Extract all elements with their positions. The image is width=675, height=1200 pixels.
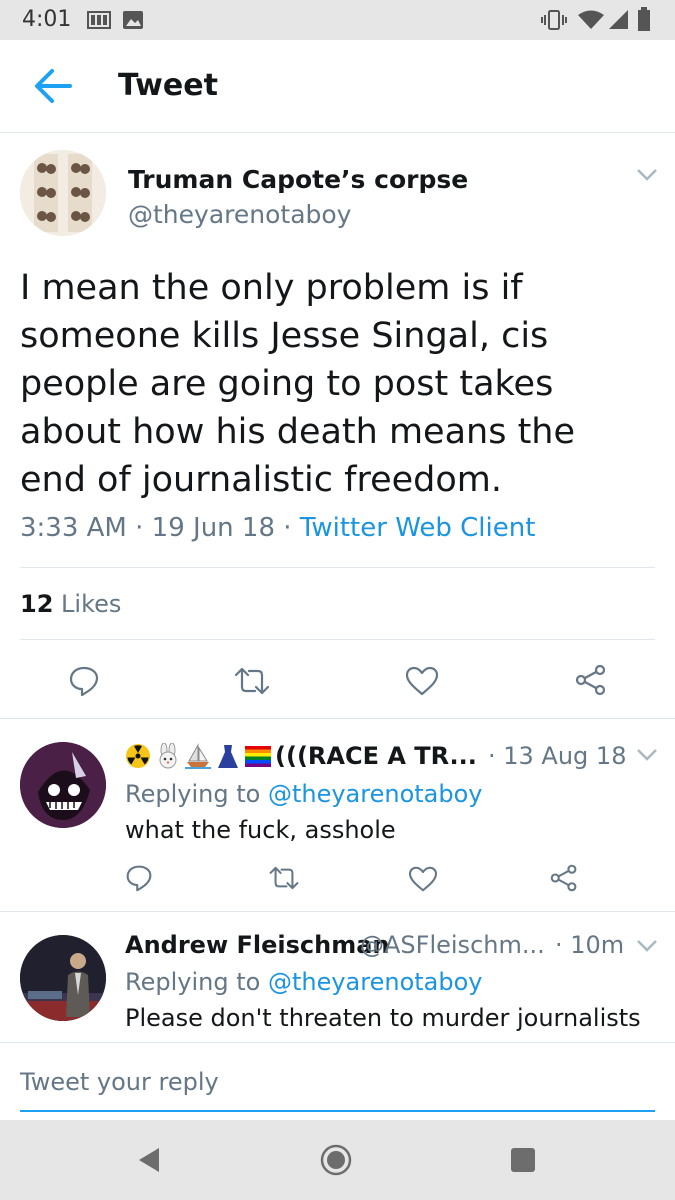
back-button[interactable]	[30, 64, 76, 108]
recents-nav-icon[interactable]	[510, 1147, 536, 1173]
reply-button[interactable]	[125, 864, 153, 896]
rabbit-icon	[159, 743, 177, 769]
page-title: Tweet	[118, 68, 218, 103]
divider	[20, 639, 655, 640]
likes-count-link[interactable]: 12 Likes	[20, 590, 121, 618]
reply-time: · 13 Aug 18	[488, 742, 627, 770]
replying-to-handle-link[interactable]: @theyarenotaboy	[268, 780, 483, 808]
chevron-down-icon[interactable]	[636, 168, 658, 182]
reply-icon	[69, 666, 99, 697]
heart-icon	[405, 666, 439, 696]
reply-author-name-text: (((RACE A TR...	[275, 742, 477, 770]
reply-compose-input[interactable]: Tweet your reply	[20, 1068, 219, 1096]
image-notification-icon	[123, 11, 143, 29]
tweet-client-link[interactable]: Twitter Web Client	[300, 513, 536, 543]
reply-author-name[interactable]: Andrew Fleischman	[125, 931, 390, 959]
tweet-text: I mean the only problem is if someone ki…	[20, 268, 576, 500]
author-name[interactable]: Truman Capote’s corpse	[128, 165, 468, 194]
share-button[interactable]	[575, 664, 607, 700]
heart-icon	[408, 866, 438, 892]
navigation-bar	[0, 1120, 675, 1200]
share-icon	[550, 864, 577, 892]
share-icon	[575, 664, 606, 696]
back-nav-icon[interactable]	[135, 1146, 163, 1174]
sailboat-icon	[185, 743, 211, 769]
arrow-left-icon	[35, 69, 72, 103]
reply-avatar[interactable]	[20, 742, 106, 828]
retweet-icon	[269, 866, 299, 890]
likes-label: Likes	[61, 590, 122, 618]
reply-icon	[126, 865, 152, 892]
reply-avatar[interactable]	[20, 935, 106, 1021]
tweet-time: 3:33 AM	[20, 513, 127, 543]
replying-to-handle-link[interactable]: @theyarenotaboy	[268, 968, 483, 996]
photo-strip-avatar	[20, 150, 106, 236]
reply-author-name[interactable]: (((RACE A TR...	[125, 742, 477, 770]
status-bar: 4:01	[0, 0, 675, 40]
monster-avatar	[20, 742, 106, 828]
app-bar: Tweet	[0, 40, 675, 133]
likes-count: 12	[20, 590, 54, 618]
rainbow-flag-icon	[245, 746, 271, 767]
battery-icon	[638, 7, 650, 31]
divider	[20, 567, 655, 568]
meta-separator: ·	[135, 513, 144, 543]
dress-icon	[218, 745, 238, 768]
like-button[interactable]	[405, 666, 439, 700]
tweet-date: 19 Jun 18	[151, 513, 275, 543]
chevron-down-icon[interactable]	[636, 939, 658, 953]
replying-to: Replying to @theyarenotaboy	[125, 780, 483, 808]
divider	[0, 911, 675, 912]
chevron-down-icon[interactable]	[636, 748, 658, 762]
status-time: 4:01	[22, 7, 72, 32]
reply-author-handle[interactable]: @ASFleischm...	[360, 931, 545, 959]
replying-to-label: Replying to	[125, 780, 261, 808]
replying-to-label: Replying to	[125, 968, 261, 996]
compose-underline	[20, 1110, 655, 1112]
replying-to: Replying to @theyarenotaboy	[125, 968, 483, 996]
share-button[interactable]	[550, 864, 578, 896]
meta-separator: ·	[283, 513, 292, 543]
reply-text: what the fuck, asshole	[125, 816, 396, 844]
reply-time: · 10m	[555, 931, 625, 959]
reply-button[interactable]	[68, 665, 100, 701]
wifi-icon	[578, 10, 604, 29]
like-button[interactable]	[408, 866, 438, 896]
news-notification-icon	[87, 11, 111, 29]
retweet-button[interactable]	[233, 666, 271, 700]
cell-signal-icon	[609, 10, 628, 29]
speaker-photo-avatar	[20, 935, 106, 1021]
home-nav-icon[interactable]	[320, 1144, 352, 1176]
divider	[0, 718, 675, 719]
author-handle[interactable]: @theyarenotaboy	[128, 200, 351, 229]
vibrate-icon	[541, 10, 567, 30]
reply-text: Please don't threaten to murder journali…	[125, 1004, 641, 1032]
retweet-button[interactable]	[268, 865, 300, 895]
retweet-icon	[234, 667, 270, 695]
radioactive-icon	[126, 744, 150, 768]
divider	[0, 1042, 675, 1043]
author-avatar[interactable]	[20, 150, 106, 236]
tweet-meta: 3:33 AM · 19 Jun 18 · Twitter Web Client	[20, 513, 535, 543]
